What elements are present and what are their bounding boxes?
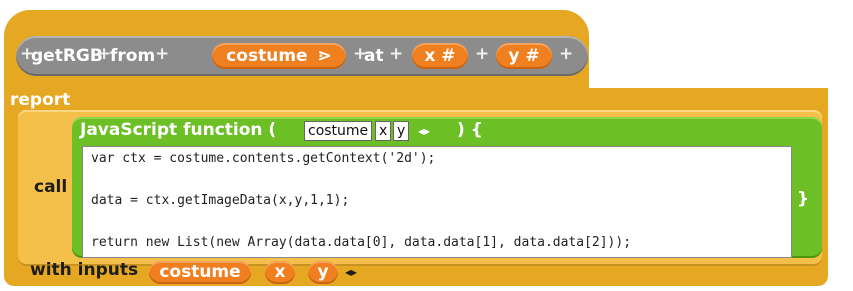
prototype-word-getRGB[interactable]: getRGB [31, 46, 103, 66]
plus-icon[interactable]: + [155, 44, 169, 64]
y-input-slot[interactable]: y # [496, 43, 552, 69]
code-line: data = ctx.getImageData(x,y,1,1); [91, 193, 350, 208]
inputs-arrows-icon[interactable]: ◂▸ [345, 265, 357, 279]
costume-input-label: costume [226, 46, 308, 66]
x-input-slot[interactable]: x # [412, 43, 468, 69]
input-y-variable[interactable]: y [308, 261, 338, 284]
menu-arrow-icon: ⋗ [317, 46, 332, 66]
plus-icon[interactable]: + [559, 44, 573, 64]
code-line: return new List(new Array(data.data[0], … [91, 235, 632, 250]
costume-input-slot[interactable]: costume ⋗ [212, 43, 346, 69]
report-label: report [10, 90, 71, 110]
javascript-function-title: JavaScript function ( [80, 120, 277, 140]
javascript-function-close: ) { [457, 120, 483, 140]
prototype-word-at[interactable]: at [364, 46, 384, 66]
code-line: var ctx = costume.contents.getContext('2… [91, 151, 436, 166]
javascript-code-editor[interactable]: var ctx = costume.contents.getContext('2… [82, 146, 792, 258]
closing-brace: } [797, 189, 810, 209]
plus-icon[interactable]: + [389, 44, 403, 64]
input-costume-variable[interactable]: costume [149, 261, 251, 284]
call-label: call [34, 177, 68, 197]
param-arrows-icon[interactable]: ◂▸ [418, 124, 430, 138]
param-slot-x[interactable]: x [375, 121, 392, 141]
plus-icon[interactable]: + [475, 44, 489, 64]
with-inputs-label: with inputs [30, 260, 139, 280]
input-x-variable[interactable]: x [265, 261, 295, 284]
prototype-word-from[interactable]: from [110, 46, 155, 66]
param-slot-y[interactable]: y [393, 121, 410, 141]
param-slot-costume[interactable]: costume [304, 121, 373, 141]
